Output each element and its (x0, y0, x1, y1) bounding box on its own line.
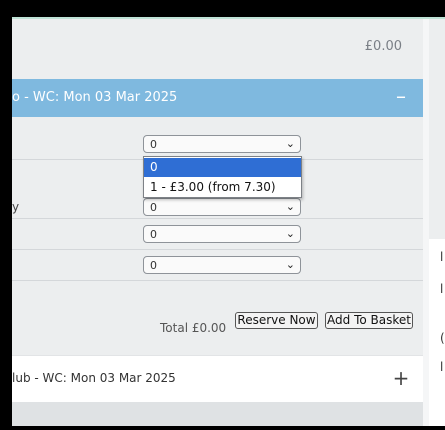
next-section-band (12, 402, 423, 426)
right-column-text: l (440, 250, 444, 264)
right-column-top (429, 19, 445, 239)
collapse-icon[interactable]: – (391, 84, 411, 108)
select-value: 0 (150, 138, 157, 151)
quantity-select[interactable]: 0 ⌄ (143, 225, 301, 243)
quantity-select[interactable]: 0 ⌄ (143, 256, 301, 274)
quantity-select[interactable]: 0 ⌄ (143, 135, 301, 153)
chevron-down-icon: ⌄ (285, 258, 295, 271)
club-section-header[interactable]: lub - WC: Mon 03 Mar 2025 + (12, 355, 423, 402)
select-value: 0 (150, 228, 157, 241)
chevron-down-icon: ⌄ (285, 227, 295, 240)
dropdown-option[interactable]: 0 (144, 158, 301, 177)
option-row-label: y (12, 200, 20, 214)
select-value: 0 (150, 259, 157, 272)
reserve-now-button[interactable]: Reserve Now (235, 312, 318, 329)
total-price: Total £0.00 (160, 321, 227, 335)
dropdown-option[interactable]: 1 - £3.00 (from 7.30) (144, 178, 301, 197)
booking-panel: £0.00 o - WC: Mon 03 Mar 2025 – 0 ⌄ 0 1 … (12, 19, 423, 426)
right-column-text: l (440, 360, 444, 374)
price-value: £0.00 (364, 39, 402, 54)
chevron-down-icon: ⌄ (285, 137, 295, 150)
add-to-basket-button[interactable]: Add To Basket (325, 312, 413, 329)
chevron-down-icon: ⌄ (285, 200, 295, 213)
week-section-header[interactable]: o - WC: Mon 03 Mar 2025 – (12, 79, 423, 117)
quantity-select[interactable]: 0 ⌄ (143, 198, 301, 216)
right-column-text: ( (440, 331, 445, 345)
option-row: 0 ⌄ (12, 219, 423, 250)
right-column-text: l (440, 282, 444, 296)
club-section-title: lub - WC: Mon 03 Mar 2025 (12, 371, 176, 385)
quantity-dropdown-list[interactable]: 0 1 - £3.00 (from 7.30) (143, 156, 302, 198)
week-section-title: o - WC: Mon 03 Mar 2025 (12, 90, 178, 105)
price-row: £0.00 (12, 19, 423, 73)
select-value: 0 (150, 201, 157, 214)
option-row: 0 ⌄ (12, 250, 423, 281)
expand-icon[interactable]: + (391, 366, 411, 390)
